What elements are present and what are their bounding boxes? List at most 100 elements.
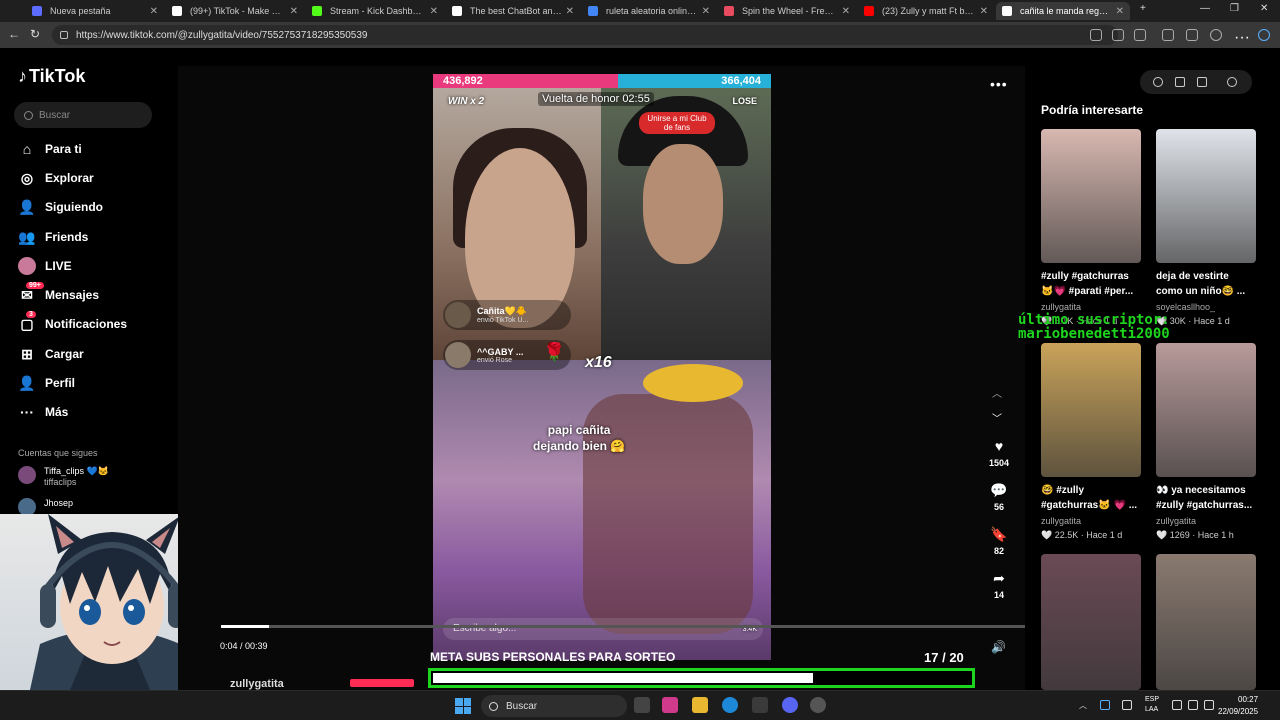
card-author[interactable]: zullygatita (1041, 302, 1141, 312)
profile-icon[interactable] (1210, 29, 1222, 41)
volume-tray-icon[interactable] (1188, 700, 1198, 710)
recommended-video-card[interactable]: #zully #gatchurras 🐱💗 #parati #per... zul… (1041, 129, 1141, 327)
system-clock[interactable]: 00:27 22/09/2025 (1218, 694, 1258, 718)
minimize-icon[interactable]: — (1200, 3, 1210, 14)
install-app-icon[interactable] (1090, 29, 1102, 41)
card-author[interactable]: soyelcasllhoo_ (1156, 302, 1256, 312)
browser-tab[interactable]: Stream - Kick Dashboard ✕ (306, 2, 444, 20)
video-author[interactable]: zullygatita (230, 678, 284, 690)
restore-icon[interactable]: ❐ (1230, 3, 1239, 14)
menu-icon[interactable]: ··· (1234, 29, 1250, 46)
close-tab-icon[interactable]: ✕ (290, 6, 298, 17)
recommended-video-card[interactable] (1156, 554, 1256, 690)
video-frame[interactable]: 436,892 366,404 WIN x 2 LOSE Vuelta de h… (433, 74, 771, 660)
browser-tab[interactable]: (23) Zully y matt Ft baile in ✕ (858, 2, 994, 20)
windows-start-icon[interactable] (455, 698, 471, 714)
back-icon[interactable]: ← (8, 27, 20, 41)
close-tab-icon[interactable]: ✕ (842, 6, 850, 17)
previous-video-icon[interactable]: ︿ (992, 385, 1002, 400)
card-author[interactable]: zullygatita (1156, 516, 1256, 526)
video-progress-bar[interactable] (221, 625, 1025, 628)
battery-icon[interactable] (1204, 700, 1214, 710)
sidebar-item-home[interactable]: ⌂ Para ti (18, 140, 82, 158)
share-button[interactable]: ➦ 14 (988, 570, 1010, 600)
browser-tab[interactable]: The best ChatBot and Widg ✕ (446, 2, 580, 20)
close-tab-icon[interactable]: ✕ (430, 6, 438, 17)
translate-icon[interactable] (1112, 29, 1124, 41)
video-thumbnail[interactable] (1041, 129, 1141, 263)
sidebar-item-upload[interactable]: ⊞ Cargar (18, 345, 84, 363)
browser-tab[interactable]: ruleta aleatoria online - Bú ✕ (582, 2, 716, 20)
recommended-video-card[interactable]: 👀 ya necesitamos #zully #gatchurras... zu… (1156, 343, 1256, 541)
close-tab-icon[interactable]: ✕ (702, 6, 710, 17)
app-icon[interactable] (810, 697, 826, 713)
close-tab-icon[interactable]: ✕ (1116, 6, 1124, 17)
tab-favicon-icon (1002, 6, 1012, 16)
taskbar-search[interactable]: Buscar (481, 695, 627, 717)
browser-tab[interactable]: (99+) TikTok - Make Your Da ✕ (166, 2, 304, 20)
card-author[interactable]: zullygatita (1041, 516, 1141, 526)
display-icon[interactable] (1172, 700, 1182, 710)
sidebar-item-bell[interactable]: ▢ 3 Notificaciones (18, 311, 127, 333)
recommended-video-card[interactable] (1041, 554, 1141, 690)
sidebar-item-profile[interactable]: 👤 Perfil (18, 374, 75, 392)
close-tools-icon[interactable] (1227, 77, 1237, 87)
mobile-icon[interactable] (1175, 77, 1185, 87)
comment-button[interactable]: 💬 56 (988, 482, 1010, 512)
favorites-icon[interactable] (1186, 29, 1198, 41)
video-thumbnail[interactable] (1156, 129, 1256, 263)
close-tab-icon[interactable]: ✕ (150, 6, 158, 17)
reload-icon[interactable]: ↻ (30, 27, 40, 41)
autoscroll-icon[interactable] (1153, 77, 1163, 87)
more-options-icon[interactable]: ••• (990, 76, 1008, 92)
sidebar-item-more[interactable]: ··· Más (18, 403, 68, 421)
tab-favicon-icon (172, 6, 182, 16)
following-user[interactable]: Tiffa_clips 💙🐱 tiffaclips (18, 466, 109, 487)
edge-icon[interactable] (722, 697, 738, 713)
extensions-icon[interactable] (1162, 29, 1174, 41)
onedrive-icon[interactable] (1100, 700, 1110, 710)
following-user-handle: tiffaclips (44, 477, 77, 487)
microphone-icon[interactable] (1122, 700, 1132, 710)
new-tab-button[interactable]: + (1140, 3, 1146, 14)
sidebar-item-friends[interactable]: 👥 Friends (18, 228, 88, 246)
recommended-video-card[interactable]: 🤓 #zully #gatchurras🐱 💗 ... zullygatita 🤍 … (1041, 343, 1141, 541)
search-input[interactable]: Buscar (14, 102, 152, 128)
next-video-icon[interactable]: ﹀ (992, 410, 1002, 425)
close-window-icon[interactable]: ✕ (1260, 3, 1268, 14)
browser-tab[interactable]: Spin the Wheel - Free and ✕ (718, 2, 856, 20)
recommended-video-card[interactable]: deja de vestirte como un niño🤓 ... soyelc… (1156, 129, 1256, 327)
site-info-icon[interactable] (60, 31, 68, 39)
volume-icon[interactable]: 🔊 (991, 640, 1006, 654)
sidebar-item-compass[interactable]: ◎ Explorar (18, 169, 94, 187)
file-explorer-icon[interactable] (692, 697, 708, 713)
store-icon[interactable] (752, 697, 768, 713)
sidebar-item-following[interactable]: 👤 Siguiendo (18, 198, 103, 216)
bookmark-button[interactable]: 🔖 82 (988, 526, 1010, 556)
url-field[interactable]: https://www.tiktok.com/@zullygatita/vide… (52, 25, 1118, 45)
browser-tab[interactable]: Nueva pestaña ✕ (26, 2, 164, 20)
close-tab-icon[interactable]: ✕ (566, 6, 574, 17)
star-icon[interactable] (1134, 29, 1146, 41)
video-thumbnail[interactable] (1041, 554, 1141, 690)
discord-icon[interactable] (782, 697, 798, 713)
tiktok-logo[interactable]: ♪ TikTok (18, 66, 85, 87)
sidebar-item-messages[interactable]: ✉ 99+ Mensajes (18, 282, 99, 304)
task-view-icon[interactable] (634, 697, 650, 713)
download-icon[interactable] (1197, 77, 1207, 87)
video-thumbnail[interactable] (1041, 343, 1141, 477)
copilot-app-icon[interactable] (662, 697, 678, 713)
follow-button[interactable] (350, 679, 414, 687)
icon-glyph: 👤 (18, 374, 36, 391)
input-language[interactable]: ESP LAA (1145, 695, 1159, 715)
tray-overflow-icon[interactable]: ︿ (1079, 700, 1089, 710)
browser-tab[interactable]: cañita le manda regalos a ✕ (996, 2, 1130, 20)
video-thumbnail[interactable] (1156, 554, 1256, 690)
tab-favicon-icon (588, 6, 598, 16)
heart-button[interactable]: ♥ 1504 (988, 438, 1010, 468)
copilot-icon[interactable] (1258, 29, 1270, 41)
sidebar-item-live[interactable]: ● LIVE (18, 257, 72, 275)
video-thumbnail[interactable] (1156, 343, 1256, 477)
close-tab-icon[interactable]: ✕ (980, 6, 988, 17)
last-subscriber-label: último suscriptor: (1018, 312, 1170, 328)
